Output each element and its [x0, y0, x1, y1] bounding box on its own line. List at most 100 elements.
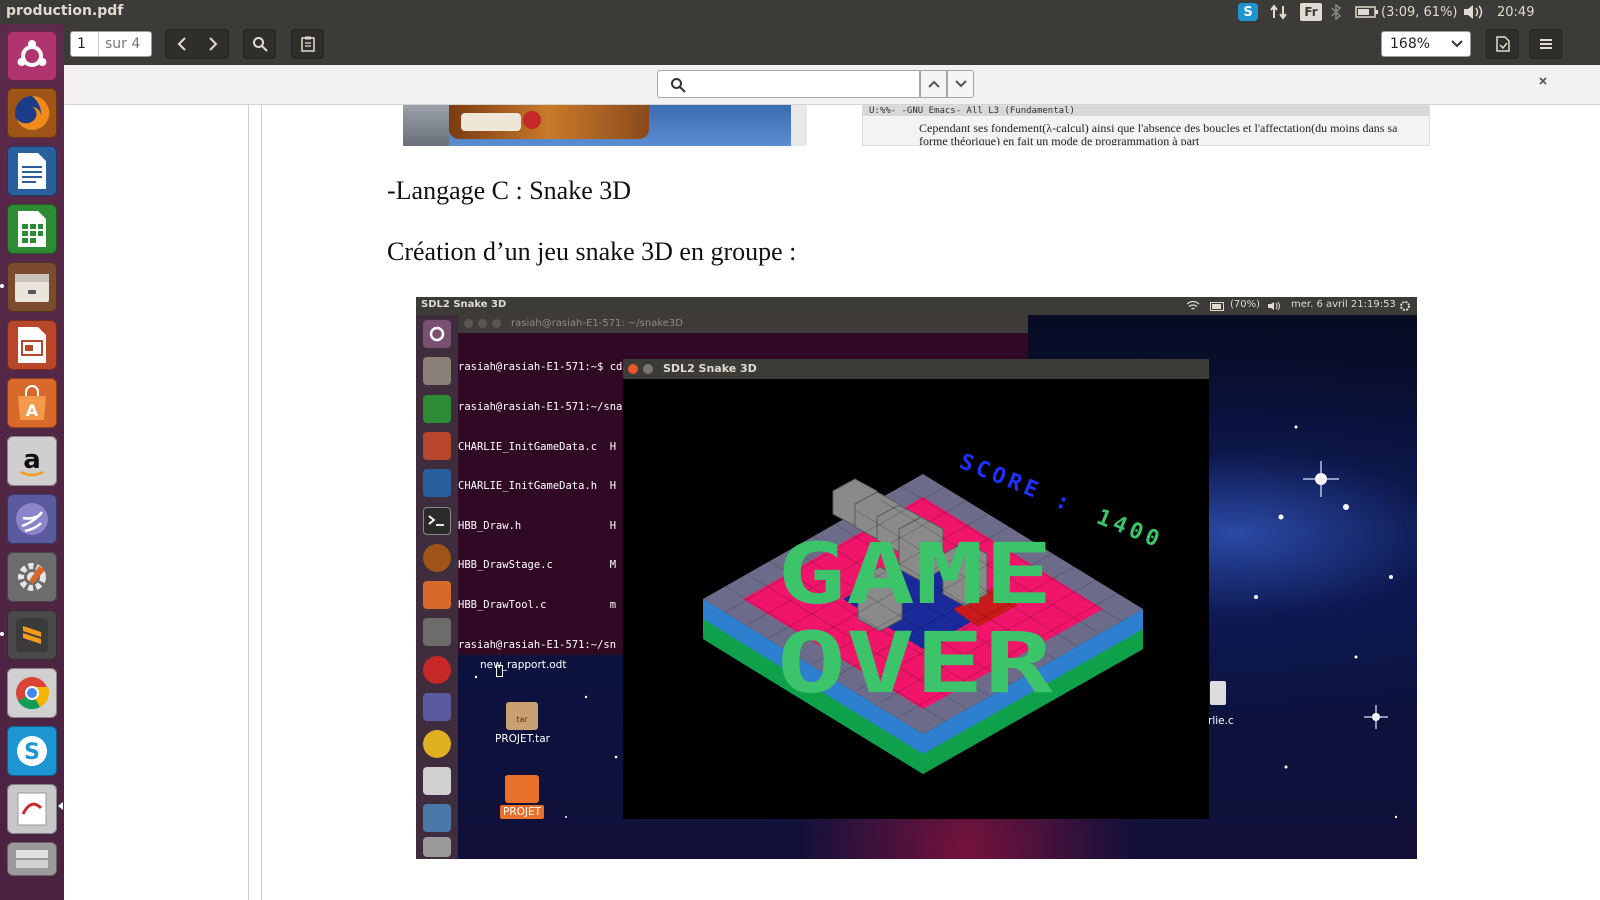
game-over-line-1: GAME [777, 525, 1053, 623]
skype-tray-glyph: S [1243, 4, 1253, 20]
bluetooth-icon[interactable] [1328, 3, 1344, 21]
embedded-dash-icon [423, 320, 451, 348]
archive-file-icon: tar [506, 702, 538, 730]
launcher-sublime-text[interactable] [7, 610, 57, 660]
amazon-icon: a [20, 445, 44, 477]
launcher-disk[interactable] [7, 842, 57, 876]
terminal-title: rasiah@rasiah-E1-571: ~/snake3D [511, 318, 683, 329]
minimize-icon [643, 364, 653, 374]
launcher-document-viewer[interactable] [7, 784, 57, 834]
embedded-impress-icon [423, 432, 451, 460]
embedded-files-icon [423, 357, 451, 385]
embedded-disk-icon [423, 837, 451, 857]
embedded-launcher [416, 315, 458, 859]
main-menu-button[interactable] [1529, 29, 1562, 59]
embedded-terminal-icon [423, 507, 451, 535]
embedded-battery-level: (70%) [1230, 299, 1261, 310]
zoom-selector[interactable]: 168% [1381, 31, 1471, 57]
close-icon [628, 364, 638, 374]
figure-scrollbar [791, 105, 807, 146]
source-file-icon [1210, 681, 1226, 705]
launcher-firefox[interactable] [7, 88, 57, 138]
launcher-amazon[interactable]: a [7, 436, 57, 486]
next-page-button[interactable] [197, 37, 228, 51]
battery-icon[interactable] [1353, 3, 1381, 21]
zoom-value: 168% [1390, 36, 1431, 52]
embedded-firefox-icon [423, 544, 451, 572]
running-indicator [0, 632, 4, 636]
launcher-libreoffice-calc[interactable] [7, 204, 57, 254]
score-value: 1400 [1093, 505, 1166, 554]
volume-icon [1268, 301, 1280, 311]
skype-icon: S [17, 736, 47, 766]
desktop-folder-projet: PROJET [500, 805, 545, 819]
wifi-icon [1186, 301, 1200, 310]
find-button[interactable] [243, 29, 276, 59]
launcher-libreoffice-writer[interactable] [7, 146, 57, 196]
launcher-system-settings[interactable] [7, 552, 57, 602]
battery-status[interactable]: (3:09, 61%) [1381, 3, 1458, 21]
launcher-files[interactable] [7, 262, 57, 312]
search-icon [252, 37, 268, 52]
impress-presentation-icon [18, 327, 46, 363]
page-number-input[interactable]: 1 [71, 32, 99, 56]
pdf-viewer-icon [17, 792, 47, 826]
shopping-bag-icon: A [18, 385, 46, 420]
embedded-software-icon [423, 581, 451, 609]
emacs-modeline: U:%%- -GNU Emacs- All L3 (Fundamental) [863, 106, 1429, 116]
svg-text:S: S [24, 740, 40, 765]
desktop-file-rapport: new_rapport.odt [480, 659, 566, 671]
svg-text:A: A [26, 401, 39, 420]
page-margin-guide [248, 105, 249, 900]
game-window: SDL2 Snake 3D GAME OVER SCORE: 1400 [623, 359, 1209, 819]
page-selector[interactable]: 1 sur 4 [70, 31, 152, 57]
ubuntu-logo-icon [17, 40, 47, 67]
desktop-file-projet-tar: PROJET.tar [495, 733, 550, 745]
sublime-text-icon [16, 618, 48, 652]
hamburger-menu-icon [1539, 39, 1552, 49]
game-board: GAME OVER SCORE : 1400 [703, 449, 1166, 774]
skype-tray-icon[interactable]: S [1238, 3, 1258, 21]
archive-type-label: tar [516, 715, 528, 724]
chevron-left-icon [177, 37, 186, 51]
volume-icon[interactable] [1462, 3, 1486, 21]
svg-text:a: a [23, 445, 41, 475]
find-previous-button[interactable] [920, 70, 947, 98]
gear-icon [1400, 301, 1410, 311]
search-icon [671, 78, 686, 93]
network-icon[interactable] [1268, 3, 1290, 21]
launcher-ubuntu-software[interactable]: A [7, 378, 57, 428]
clock[interactable]: 20:49 [1497, 3, 1534, 21]
keyboard-layout-indicator[interactable]: Fr [1300, 3, 1322, 21]
previous-emacs-screenshot: U:%%- -GNU Emacs- All L3 (Fundamental) C… [862, 105, 1430, 146]
firefox-icon [15, 95, 50, 130]
launcher-libreoffice-impress[interactable] [7, 320, 57, 370]
document-properties-button[interactable] [1486, 29, 1519, 59]
previous-page-button[interactable] [166, 37, 197, 51]
embedded-datetime: mer. 6 avril 21:19:53 [1291, 299, 1396, 310]
launcher-chrome[interactable] [7, 668, 57, 718]
find-next-button[interactable] [947, 70, 974, 98]
game-over-line-2: OVER [777, 614, 1054, 712]
chevron-down-icon [1451, 40, 1463, 48]
window-title: production.pdf [6, 3, 124, 19]
search-input[interactable] [657, 70, 920, 98]
embedded-app-icon [423, 656, 451, 684]
previous-figure-fragment [403, 105, 791, 146]
chevron-right-icon [208, 37, 217, 51]
previous-page-text: Cependant ses fondement(λ-calcul) ainsi … [919, 121, 1398, 146]
embedded-top-panel: SDL2 Snake 3D (70%) mer. 6 avril 21:19:5… [416, 297, 1417, 315]
launcher-ubuntu-dash[interactable] [7, 31, 57, 81]
close-find-bar-button[interactable] [1538, 74, 1548, 90]
desktop-file-label: new_rapport.odt [480, 659, 567, 671]
keyboard-layout-label: Fr [1304, 5, 1318, 19]
page-total-label: sur 4 [105, 36, 141, 52]
emacs-icon [16, 503, 48, 535]
launcher-skype[interactable]: S [7, 726, 57, 776]
file-cabinet-icon [15, 274, 49, 302]
launcher: A a S [0, 24, 64, 900]
writer-document-icon [18, 153, 46, 189]
annotations-button[interactable] [291, 29, 324, 59]
launcher-emacs[interactable] [7, 494, 57, 544]
close-icon [1539, 77, 1547, 85]
